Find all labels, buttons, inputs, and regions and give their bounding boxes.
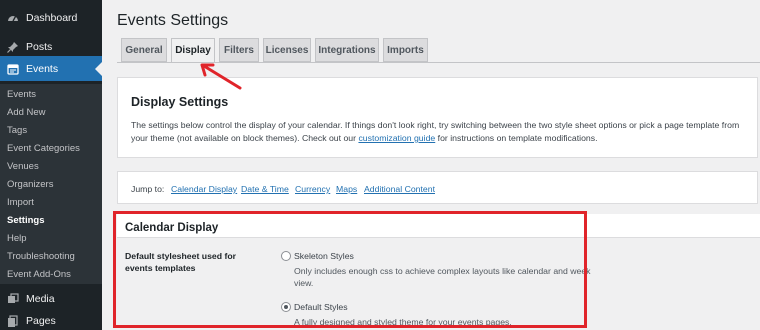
admin-sidebar: Dashboard Posts Events Events Add New Ta…: [0, 0, 102, 330]
tab-general[interactable]: General: [121, 38, 167, 62]
calendar-display-title: Calendar Display: [125, 222, 219, 234]
pages-icon: [0, 314, 26, 327]
submenu-event-add-ons[interactable]: Event Add-Ons: [7, 269, 71, 280]
skeleton-styles-label[interactable]: Skeleton Styles: [294, 251, 354, 261]
menu-pages[interactable]: Pages: [0, 308, 102, 330]
display-settings-description: The settings below control the display o…: [131, 119, 751, 145]
jump-link-calendar-display[interactable]: Calendar Display: [171, 184, 237, 194]
submenu-venues[interactable]: Venues: [7, 161, 39, 172]
submenu-organizers[interactable]: Organizers: [7, 179, 53, 190]
calendar-display-header: Calendar Display: [117, 214, 760, 238]
media-icon: [0, 292, 26, 305]
submenu-help[interactable]: Help: [7, 233, 27, 244]
current-menu-indicator: [95, 62, 102, 76]
submenu-troubleshooting[interactable]: Troubleshooting: [7, 251, 75, 262]
submenu-tags[interactable]: Tags: [7, 125, 27, 136]
page-title: Events Settings: [117, 12, 229, 29]
skeleton-styles-radio[interactable]: [281, 251, 291, 261]
menu-media-label: Media: [26, 292, 55, 305]
events-submenu: Events Add New Tags Event Categories Ven…: [0, 84, 102, 284]
default-styles-radio[interactable]: [281, 302, 291, 312]
menu-posts-label: Posts: [26, 40, 53, 53]
dashboard-icon: [0, 12, 26, 24]
stylesheet-field-label: Default stylesheet used for events templ…: [125, 251, 237, 273]
calendar-icon: [0, 63, 26, 75]
submenu-events[interactable]: Events: [7, 89, 36, 100]
jump-link-currency[interactable]: Currency: [295, 184, 330, 194]
tab-imports[interactable]: Imports: [383, 38, 428, 62]
customization-guide-link[interactable]: customization guide: [358, 133, 435, 143]
jump-to-label: Jump to:: [131, 184, 165, 194]
description-text-2: for instructions on template modificatio…: [435, 133, 598, 143]
submenu-event-categories[interactable]: Event Categories: [7, 143, 80, 154]
menu-events[interactable]: Events: [0, 56, 102, 81]
menu-pages-label: Pages: [26, 314, 56, 327]
tab-licenses[interactable]: Licenses: [263, 38, 311, 62]
jump-link-additional-content[interactable]: Additional Content: [364, 184, 435, 194]
tab-integrations[interactable]: Integrations: [315, 38, 379, 62]
jump-link-date-time[interactable]: Date & Time: [241, 184, 289, 194]
submenu-add-new[interactable]: Add New: [7, 107, 46, 118]
jump-link-maps[interactable]: Maps: [336, 184, 357, 194]
menu-events-label: Events: [26, 62, 59, 75]
calendar-display-section: Default stylesheet used for events templ…: [117, 238, 760, 330]
annotation-arrow-icon: [200, 63, 242, 90]
submenu-settings[interactable]: Settings: [7, 215, 44, 226]
menu-dashboard[interactable]: Dashboard: [0, 5, 102, 30]
jump-to-bar: Jump to: Calendar Display Date & Time Cu…: [117, 171, 758, 204]
pushpin-icon: [0, 41, 26, 53]
menu-dashboard-label: Dashboard: [26, 11, 78, 24]
skeleton-styles-description: Only includes enough css to achieve comp…: [294, 266, 591, 288]
submenu-import[interactable]: Import: [7, 197, 34, 208]
default-styles-description: A fully designed and styled theme for yo…: [294, 317, 512, 327]
default-styles-label[interactable]: Default Styles: [294, 302, 348, 312]
